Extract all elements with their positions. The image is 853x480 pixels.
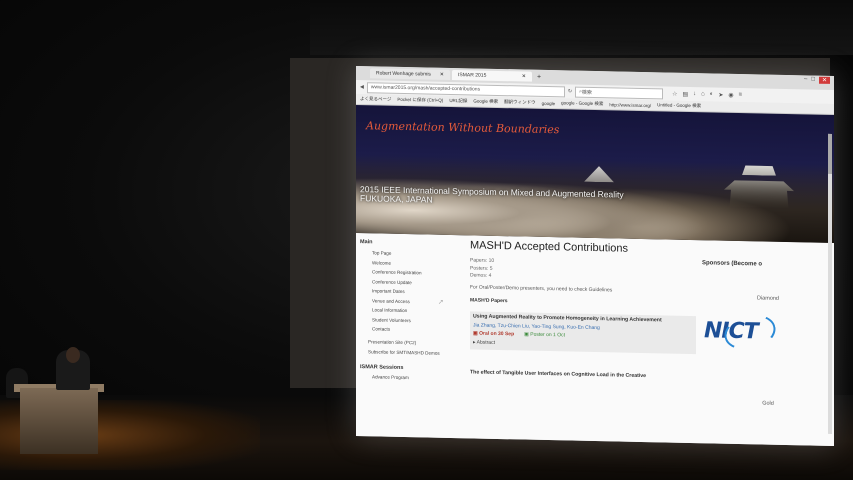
bookmark-item[interactable]: google [542, 100, 556, 105]
banner-title: Augmentation Without Boundaries [366, 119, 560, 137]
nict-logo[interactable]: NICT [702, 309, 834, 355]
close-window-icon[interactable]: ✕ [818, 76, 830, 84]
ceiling [310, 0, 853, 55]
sidebar-item-volunteers[interactable]: Student Volunteers [372, 317, 464, 324]
close-icon[interactable]: ✕ [522, 73, 526, 79]
window-controls: – □ ✕ [804, 76, 830, 84]
tab-label: Robert Wenhage submis [376, 70, 431, 78]
sidebar-item-local-info[interactable]: Local Information [372, 307, 464, 314]
sidebar-item-dates[interactable]: Important Dates [372, 288, 464, 295]
poster-label: Poster on 1 Oct [530, 331, 566, 339]
abstract-toggle[interactable]: ▸ Abstract [473, 339, 693, 350]
bookmark-item[interactable]: http://www.ismar.org/ [609, 102, 651, 108]
podium [20, 388, 98, 454]
reload-icon[interactable]: ↻ [568, 88, 572, 94]
paper-entry: Using Augmented Reality to Promote Homog… [470, 311, 696, 355]
main-content: MASH'D Accepted Contributions Papers: 10… [464, 235, 702, 446]
tab-label: ISMAR 2015 [458, 72, 487, 79]
paper-title: The effect of Tangible User Interfaces o… [470, 369, 647, 380]
sidebar: Main Top Page Welcome Conference Registr… [356, 233, 464, 446]
bookmark-item[interactable]: Untitled - Google 検索 [657, 102, 701, 109]
projected-browser-window: Robert Wenhage submis ✕ ISMAR 2015 ✕ + –… [356, 66, 834, 447]
bookmark-item[interactable]: よく見るページ [360, 96, 391, 103]
oral-badge: ▣ Oral on 30 Sep [473, 330, 514, 337]
oral-label: Oral on 30 Sep [479, 330, 515, 338]
sidebar-item-update[interactable]: Conference Update [372, 279, 464, 286]
tab-ismar[interactable]: ISMAR 2015 ✕ [452, 70, 532, 82]
tab-submission[interactable]: Robert Wenhage submis ✕ [370, 68, 450, 80]
maximize-icon[interactable]: □ [811, 77, 815, 84]
sponsors-heading[interactable]: Sponsors (Become o [702, 260, 834, 269]
close-icon[interactable]: ✕ [440, 72, 444, 78]
sponsor-tier-gold: Gold [762, 400, 774, 407]
scrollbar-thumb[interactable] [828, 133, 832, 174]
library-icon[interactable]: ▤ [682, 90, 688, 97]
sidebar-item-presentation-site[interactable]: Presentation Site (PC2) [368, 339, 464, 346]
home-icon[interactable]: ⌂ [701, 91, 705, 98]
presenter-head [66, 347, 80, 363]
minimize-icon[interactable]: – [804, 76, 807, 83]
mouse-cursor-icon: ➚ [438, 299, 444, 306]
logo-swoosh [720, 309, 780, 355]
site-banner: Augmentation Without Boundaries 2015 IEE… [356, 105, 834, 244]
page-scrollbar[interactable] [828, 133, 832, 434]
pocket-icon[interactable]: ◐ [710, 91, 714, 98]
addon-icon[interactable]: ◉ [728, 91, 733, 98]
send-icon[interactable]: ➤ [718, 91, 723, 98]
poster-badge: ▣ Poster on 1 Oct [524, 332, 565, 339]
sidebar-heading: Main [360, 239, 373, 246]
guidelines-note[interactable]: For Oral/Poster/Demo presenters, you nee… [470, 284, 702, 295]
sidebar-item-venue[interactable]: Venue and Access [372, 298, 464, 305]
abstract-label: Abstract [476, 339, 495, 346]
new-tab-button[interactable]: + [537, 73, 541, 80]
bookmark-item[interactable]: google - Google 検索 [561, 100, 603, 107]
back-icon[interactable]: ◀ [360, 84, 364, 90]
bookmark-item[interactable]: 翻訳ウィンドウ [504, 99, 536, 106]
url-text: www.ismar2015.org/mash/accepted-contribu… [370, 84, 481, 93]
sidebar-item-registration[interactable]: Conference Registration [372, 269, 464, 276]
bookmark-item[interactable]: URL記録 [449, 98, 467, 104]
sidebar-heading-sessions: ISMAR Sessions [360, 363, 404, 371]
bookmark-item[interactable]: Google 検索 [473, 98, 498, 105]
page-title: MASH'D Accepted Contributions [470, 239, 629, 255]
search-placeholder: 検索 [581, 89, 592, 96]
section-heading: MASH'D Papers [470, 297, 508, 305]
sponsors-panel: Sponsors (Become o Diamond NICT Gold [702, 240, 834, 446]
sponsor-tier-diamond: Diamond [756, 295, 779, 302]
search-input[interactable]: ⌕ 検索 [575, 86, 664, 99]
bookmark-item[interactable]: Pocket に保存 (Ctrl+Q) [397, 97, 443, 104]
menu-icon[interactable]: ≡ [739, 92, 743, 99]
page-content: Main Top Page Welcome Conference Registr… [356, 233, 834, 447]
sidebar-item-welcome[interactable]: Welcome [372, 260, 464, 267]
star-icon[interactable]: ☆ [672, 90, 677, 97]
toolbar-icons: ☆ ▤ ↓ ⌂ ◐ ➤ ◉ ≡ [672, 90, 743, 99]
sidebar-item-subscribe[interactable]: Subscribe for SMT/MASHD Demos [368, 349, 464, 356]
download-icon[interactable]: ↓ [693, 91, 696, 98]
sidebar-item-contacts[interactable]: Contacts [372, 326, 464, 333]
sidebar-item-top-page[interactable]: Top Page [372, 250, 464, 257]
sidebar-item-advance-program[interactable]: Advance Program [372, 374, 464, 381]
